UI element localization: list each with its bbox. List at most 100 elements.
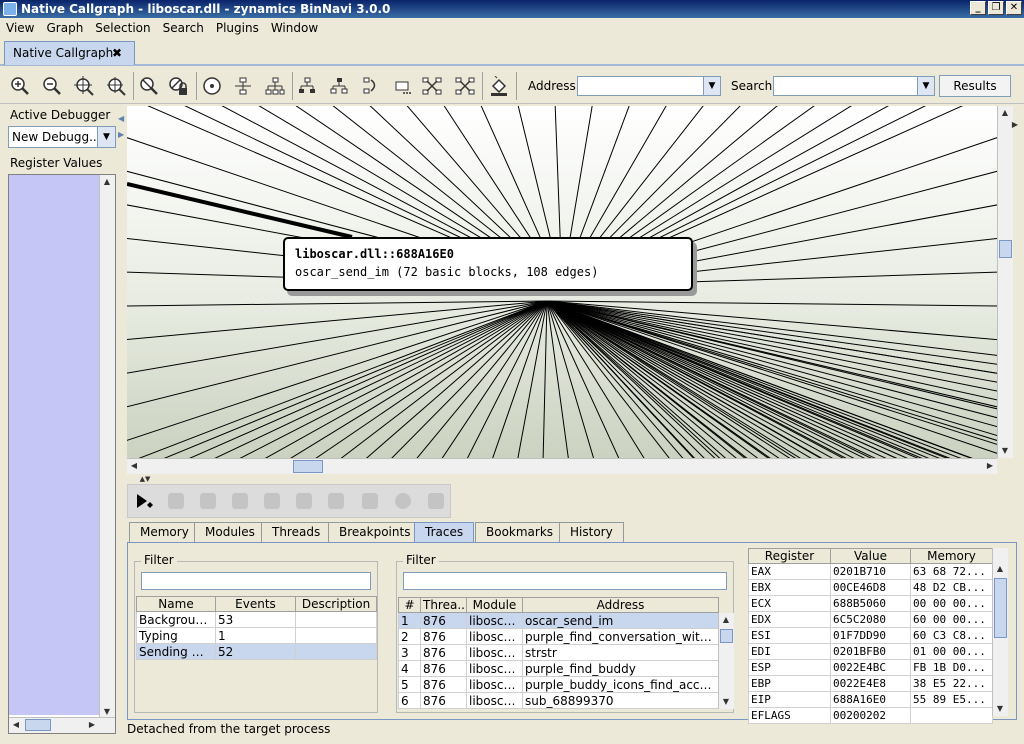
events-filter-input[interactable]	[141, 572, 371, 590]
scroll-up-icon[interactable]: ▲	[993, 562, 1007, 576]
delete-unselected-icon[interactable]	[455, 76, 475, 96]
column-header-register[interactable]: Register	[748, 548, 831, 564]
scroll-down-icon[interactable]: ▼	[998, 444, 1012, 458]
tab-bookmarks[interactable]: Bookmarks	[475, 522, 565, 542]
trace-filter-input[interactable]	[403, 572, 727, 590]
column-header-memory[interactable]: Memory	[910, 548, 993, 564]
scroll-right-icon[interactable]: ▶	[85, 718, 99, 732]
menu-plugins[interactable]: Plugins	[216, 21, 259, 35]
close-window-button[interactable]: ✕	[1006, 1, 1022, 15]
register-row[interactable]: EIP 688A16E0 55 89 E5...	[748, 691, 993, 708]
trace-row[interactable]: 2 876 liboscar... purple_find_conversation_…	[398, 628, 719, 645]
trace-row[interactable]: 5 876 liboscar... purple_buddy_icons_find_a…	[398, 676, 719, 693]
orthogonal-layout-icon[interactable]	[233, 76, 253, 96]
tab-native-callgraph[interactable]: Native Callgraph ✖	[4, 41, 135, 65]
restore-button[interactable]: ❐	[988, 1, 1004, 15]
address-dropdown-icon[interactable]: ▼	[703, 77, 720, 95]
register-values-vscrollbar[interactable]: ▲ ▼	[99, 175, 115, 719]
register-row[interactable]: EBX 00CE46D8 48 D2 CB...	[748, 579, 993, 596]
event-row[interactable]: Sending Me... 52	[136, 643, 377, 660]
search-input[interactable]	[774, 77, 914, 95]
menu-view[interactable]: View	[6, 21, 34, 35]
search-dropdown-icon[interactable]: ▼	[917, 77, 934, 95]
event-row[interactable]: Background... 53	[136, 611, 377, 628]
scroll-up-icon[interactable]: ▲	[100, 175, 114, 189]
scroll-left-icon[interactable]: ◀	[9, 718, 23, 732]
debugger-select[interactable]: New Debugg... ▼	[8, 126, 116, 148]
trace-vscrollbar[interactable]: ▲ ▼	[718, 613, 734, 709]
scroll-thumb[interactable]	[994, 578, 1007, 638]
register-row[interactable]: ECX 688B5060 00 00 00...	[748, 595, 993, 612]
tab-breakpoints[interactable]: Breakpoints	[328, 522, 422, 542]
register-row[interactable]: ESI 01F7DD90 60 C3 C8...	[748, 627, 993, 644]
register-values-hscrollbar[interactable]: ◀ ▶	[9, 717, 115, 733]
scroll-up-icon[interactable]: ▲	[719, 613, 733, 627]
column-header-index[interactable]: #	[398, 597, 421, 613]
menu-search[interactable]: Search	[163, 21, 204, 35]
collapse-left-icon[interactable]: ◀	[118, 114, 124, 123]
search-combo[interactable]: ▼	[773, 76, 935, 96]
register-row[interactable]: EAX 0201B710 63 68 72...	[748, 563, 993, 580]
graph-vscrollbar[interactable]: ▲ ▼	[997, 106, 1013, 458]
delete-selected-icon[interactable]	[422, 76, 442, 96]
select-children-icon[interactable]	[297, 76, 317, 96]
trace-row[interactable]: 1 876 liboscar... oscar_send_im	[398, 612, 719, 629]
column-header-module[interactable]: Module	[466, 597, 523, 613]
tab-threads[interactable]: Threads	[261, 522, 332, 542]
graph-hscrollbar[interactable]: ◀ ▶	[127, 458, 997, 474]
menu-graph[interactable]: Graph	[46, 21, 83, 35]
tab-modules[interactable]: Modules	[194, 522, 266, 542]
zoom-selection-icon[interactable]	[106, 76, 126, 96]
register-row[interactable]: EBP 0022E4E8 38 E5 22...	[748, 675, 993, 692]
scroll-thumb[interactable]	[720, 629, 733, 643]
scroll-thumb[interactable]	[25, 719, 51, 731]
select-successors-icon[interactable]	[361, 76, 381, 96]
trace-row[interactable]: 4 876 liboscar... purple_find_buddy	[398, 660, 719, 677]
scroll-down-icon[interactable]: ▼	[719, 695, 733, 709]
column-header-description[interactable]: Description	[295, 596, 377, 612]
register-row[interactable]: ESP 0022E4BC FB 1B D0...	[748, 659, 993, 676]
column-header-events[interactable]: Events	[215, 596, 296, 612]
scroll-left-icon[interactable]: ◀	[127, 459, 141, 473]
scroll-thumb[interactable]	[293, 460, 323, 473]
column-header-value[interactable]: Value	[830, 548, 911, 564]
expand-left-icon[interactable]: ▶	[118, 130, 124, 139]
register-row[interactable]: EDI 0201BFB0 01 00 00...	[748, 643, 993, 660]
collapse-down-icon[interactable]: ▲▼	[138, 474, 152, 484]
register-row[interactable]: EDX 6C5C2080 60 00 00...	[748, 611, 993, 628]
function-node[interactable]: liboscar.dll::688A16E0 oscar_send_im (72…	[283, 237, 693, 291]
select-by-criteria-icon[interactable]	[394, 76, 414, 96]
scroll-down-icon[interactable]: ▼	[993, 702, 1007, 716]
chevron-down-icon[interactable]: ▼	[97, 127, 115, 147]
zoom-out-icon[interactable]	[42, 76, 62, 96]
tab-memory[interactable]: Memory	[129, 522, 200, 542]
tab-history[interactable]: History	[559, 522, 624, 542]
results-button[interactable]: Results	[939, 75, 1011, 97]
scroll-right-icon[interactable]: ▶	[983, 459, 997, 473]
color-fill-icon[interactable]	[489, 76, 509, 96]
start-debugger-icon[interactable]	[136, 493, 154, 511]
column-header-thread[interactable]: Threa...	[420, 597, 467, 613]
select-parents-icon[interactable]	[329, 76, 349, 96]
hierarchic-layout-icon[interactable]	[265, 76, 285, 96]
address-input[interactable]	[578, 77, 700, 95]
address-combo[interactable]: ▼	[577, 76, 721, 96]
magnifier-icon[interactable]	[139, 76, 159, 96]
collapse-right-icon[interactable]: ▶	[1008, 118, 1022, 132]
menu-window[interactable]: Window	[271, 21, 318, 35]
zoom-fit-icon[interactable]	[74, 76, 94, 96]
menu-selection[interactable]: Selection	[95, 21, 150, 35]
event-row[interactable]: Typing 1	[136, 627, 377, 644]
column-header-address[interactable]: Address	[522, 597, 719, 613]
close-tab-icon[interactable]: ✖	[112, 46, 122, 60]
circular-layout-icon[interactable]	[202, 76, 222, 96]
trace-row[interactable]: 6 876 liboscar... sub_68899370	[398, 692, 719, 709]
callgraph-canvas[interactable]: liboscar.dll::688A16E0 oscar_send_im (72…	[127, 106, 997, 458]
register-vscrollbar[interactable]: ▲ ▼	[992, 548, 1008, 716]
zoom-in-icon[interactable]	[10, 76, 30, 96]
scroll-thumb[interactable]	[999, 240, 1012, 258]
trace-row[interactable]: 3 876 liboscar... strstr	[398, 644, 719, 661]
tab-traces[interactable]: Traces	[414, 522, 475, 542]
minimize-button[interactable]: _	[970, 1, 986, 15]
proximity-lock-icon[interactable]	[168, 76, 188, 96]
